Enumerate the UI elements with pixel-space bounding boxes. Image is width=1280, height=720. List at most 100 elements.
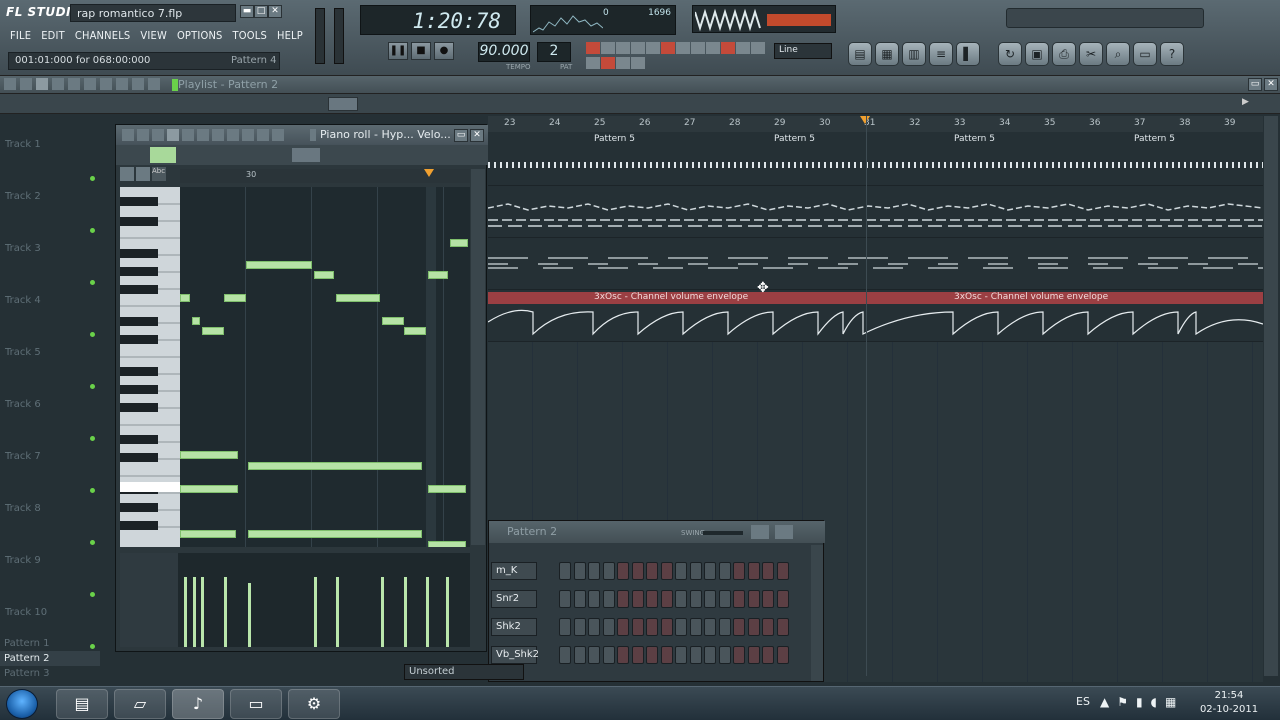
step-button[interactable] (675, 646, 687, 664)
slice-icon[interactable] (100, 78, 112, 90)
channel-name-button[interactable]: Shk2 (491, 618, 537, 636)
volume-icon[interactable]: ◖ (1151, 695, 1157, 709)
channel-name-button[interactable]: Snr2 (491, 590, 537, 608)
pencil-icon[interactable] (36, 78, 48, 90)
stop-button[interactable]: ■ (411, 42, 431, 60)
track-lane[interactable] (488, 238, 1263, 290)
piano-keyboard[interactable] (120, 187, 180, 547)
step-button[interactable] (747, 562, 760, 580)
browser-search-input[interactable] (1006, 8, 1204, 28)
note[interactable] (450, 239, 468, 247)
step-button[interactable] (718, 562, 731, 580)
step-button[interactable] (588, 646, 600, 664)
step-button[interactable] (675, 590, 687, 608)
velocity-bar[interactable] (314, 577, 317, 647)
menu-view[interactable]: VIEW (140, 29, 167, 42)
note[interactable] (336, 294, 380, 302)
step-button[interactable] (704, 646, 716, 664)
note[interactable] (404, 327, 426, 335)
autoscroll-button[interactable] (736, 42, 750, 54)
step-button[interactable] (646, 590, 658, 608)
step-sequencer-window-icon[interactable]: ▦ (875, 42, 899, 66)
loop-record-button[interactable] (691, 42, 705, 54)
step-button[interactable] (631, 562, 644, 580)
track-header[interactable]: Track 9 (0, 550, 100, 602)
track-mute-led[interactable] (90, 436, 95, 441)
velocity-bar[interactable] (426, 577, 429, 647)
record-button[interactable]: ● (434, 42, 454, 60)
step-button[interactable] (776, 562, 789, 580)
save-icon[interactable]: ▣ (1025, 42, 1049, 66)
sticky-notes-taskbar-icon[interactable]: ▭ (230, 689, 282, 719)
step-button[interactable] (776, 646, 789, 664)
step-edit-button[interactable] (631, 42, 645, 54)
step-button[interactable] (602, 562, 615, 580)
cut-icon[interactable]: ✂ (1079, 42, 1103, 66)
step-button[interactable] (588, 618, 600, 636)
tempo-display[interactable]: 90.000 (478, 42, 530, 62)
fl-studio-taskbar-icon[interactable]: ♪ (172, 689, 224, 719)
step-button[interactable] (660, 562, 673, 580)
document-icon[interactable]: ▭ (1133, 42, 1157, 66)
note-names-icon[interactable]: Abc (152, 167, 166, 181)
velocity-bar[interactable] (184, 577, 187, 647)
step-button[interactable] (747, 646, 760, 664)
magnet-icon[interactable] (152, 129, 164, 141)
playback-icon[interactable] (148, 78, 160, 90)
delete-icon[interactable] (197, 129, 209, 141)
step-button[interactable] (747, 590, 760, 608)
clip-label[interactable]: Pattern 5 (1134, 134, 1175, 144)
piano-roll-scroll-thumb[interactable] (292, 148, 320, 162)
automation-label[interactable]: 3xOsc - Channel volume envelope (594, 292, 748, 302)
mixer-window-icon[interactable]: ▌ (956, 42, 980, 66)
show-hidden-icons-icon[interactable]: ▲ (1100, 695, 1109, 709)
step-button[interactable] (762, 618, 774, 636)
note[interactable] (246, 261, 312, 269)
step-button[interactable] (704, 562, 716, 580)
playlist-detach-button[interactable]: ▭ (1248, 78, 1262, 91)
step-button[interactable] (776, 590, 789, 608)
clip-label[interactable]: Pattern 5 (594, 134, 635, 144)
multilink-button[interactable] (721, 42, 735, 54)
note[interactable] (248, 530, 422, 538)
step-button[interactable] (646, 618, 658, 636)
note[interactable] (192, 317, 200, 325)
track-header[interactable]: Track 1 (0, 134, 100, 186)
note-grid[interactable] (180, 187, 470, 547)
step-button[interactable] (747, 618, 760, 636)
clip-label[interactable]: Pattern 5 (774, 134, 815, 144)
step-button[interactable] (631, 590, 644, 608)
wait-button[interactable] (601, 42, 615, 54)
blend-button[interactable] (646, 42, 660, 54)
track-header[interactable]: Track 7 (0, 446, 100, 498)
minimize-button[interactable]: ▬ (240, 5, 254, 18)
track-mute-led[interactable] (90, 332, 95, 337)
piano-roll-close-button[interactable]: ✕ (470, 129, 484, 142)
step-button[interactable] (718, 646, 731, 664)
step-button[interactable] (675, 562, 687, 580)
snap-select[interactable]: Line (774, 43, 832, 59)
automation-label[interactable]: 3xOsc - Channel volume envelope (954, 292, 1108, 302)
master-volume-slider[interactable] (315, 8, 325, 64)
step-button[interactable] (733, 618, 745, 636)
track-mute-led[interactable] (90, 176, 95, 181)
track-lane[interactable] (487, 186, 1264, 238)
punch-button[interactable] (586, 56, 600, 69)
step-button[interactable] (704, 590, 716, 608)
step-button[interactable] (733, 646, 745, 664)
track-header[interactable]: Track 3 (0, 238, 100, 290)
step-button[interactable] (588, 562, 600, 580)
scroll-right-icon[interactable]: ▶ (1242, 97, 1256, 111)
track-mute-led[interactable] (90, 540, 95, 545)
step-sequencer-scrollbar[interactable] (811, 545, 823, 681)
brush-icon[interactable] (52, 78, 64, 90)
automation-lane[interactable] (487, 304, 1264, 342)
swing-slider[interactable] (703, 531, 743, 535)
zoom-icon[interactable] (257, 129, 269, 141)
mute-icon[interactable] (84, 78, 96, 90)
note[interactable] (180, 485, 238, 493)
step-button[interactable] (762, 590, 774, 608)
note[interactable] (382, 317, 404, 325)
select-icon[interactable] (116, 78, 128, 90)
step-button[interactable] (660, 618, 673, 636)
